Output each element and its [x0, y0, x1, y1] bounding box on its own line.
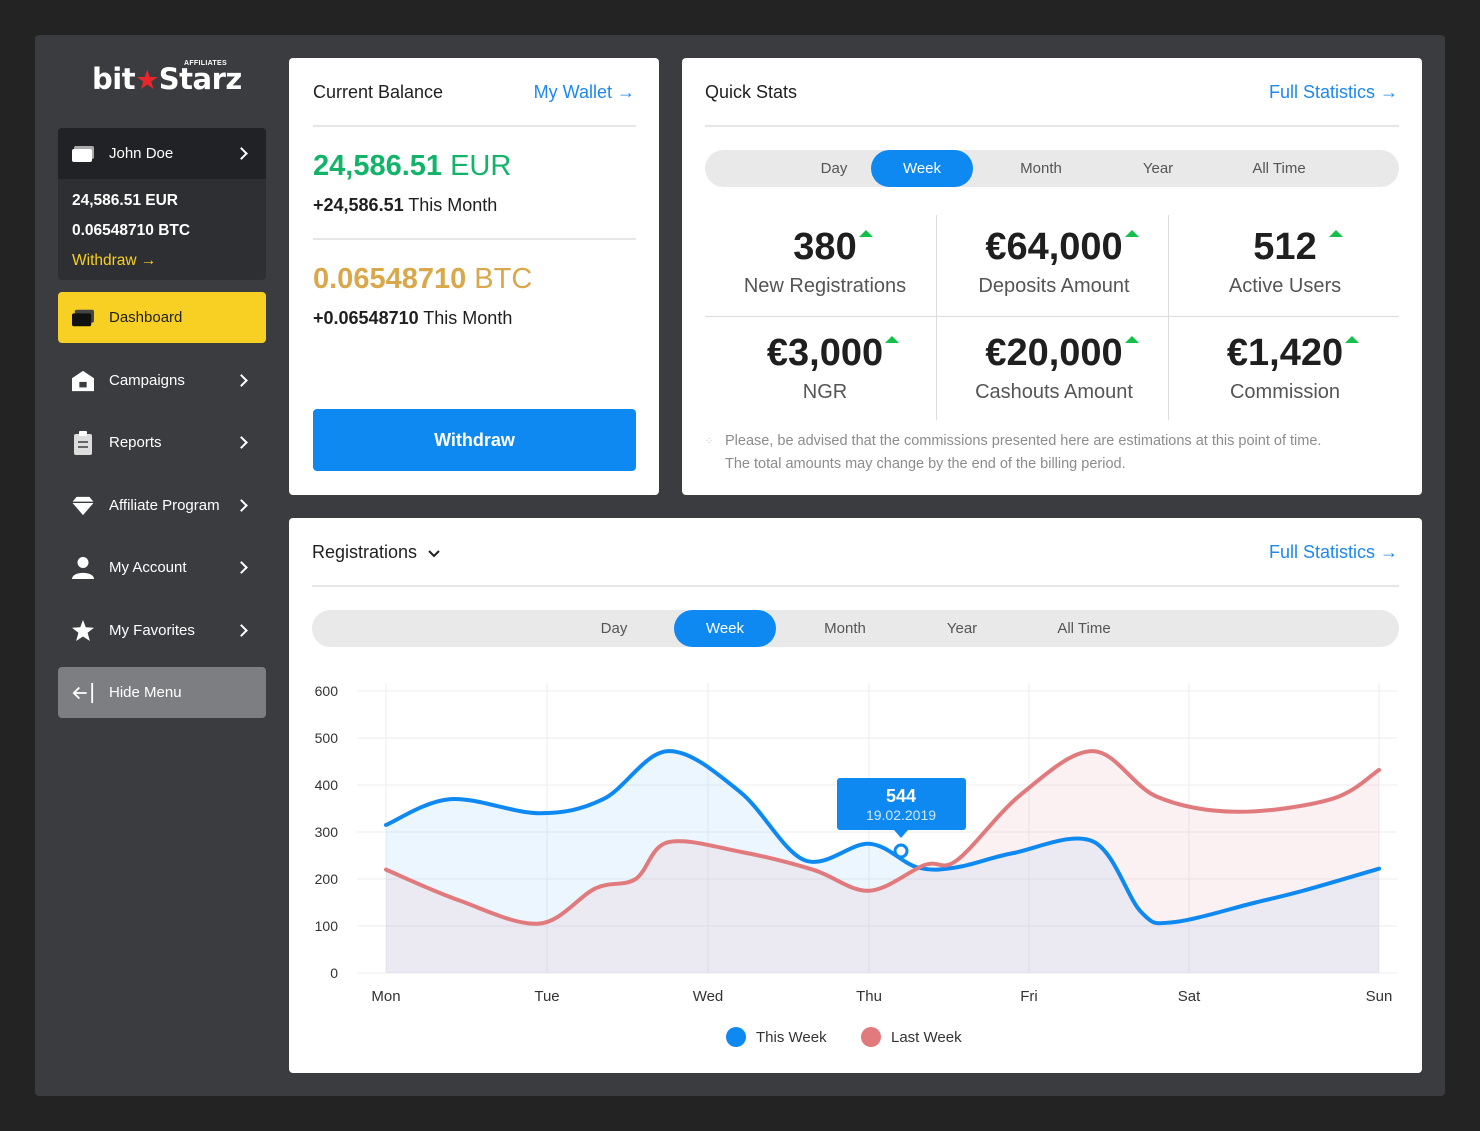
y-tick-label: 500	[315, 730, 339, 746]
chart-period-all-time[interactable]: All Time	[1034, 610, 1134, 647]
trend-up-icon	[1345, 336, 1360, 343]
trend-up-icon	[885, 336, 900, 343]
y-tick-label: 600	[315, 683, 339, 699]
diamond-icon	[72, 495, 94, 517]
registrations-card: Registrations Full Statistics → Day Week…	[289, 518, 1422, 1073]
star-icon	[72, 619, 94, 642]
commission-disclaimer: Please, be advised that the commissions …	[725, 433, 1322, 472]
sidebar-item-my-favorites[interactable]: My Favorites	[58, 605, 266, 656]
chart-period-year[interactable]: Year	[922, 610, 1002, 647]
x-tick-label: Sat	[1178, 988, 1201, 1005]
sidebar-item-dashboard[interactable]: Dashboard	[58, 292, 266, 343]
full-statistics-link-chart[interactable]: Full Statistics →	[1269, 542, 1398, 563]
full-statistics-link[interactable]: Full Statistics →	[1269, 82, 1398, 103]
trend-up-icon	[858, 230, 873, 237]
x-tick-label: Wed	[693, 988, 724, 1005]
chevron-right-icon	[235, 561, 248, 574]
sidebar-item-reports[interactable]: Reports	[58, 417, 266, 468]
stat-active-users: 512 Active Users	[1228, 226, 1343, 297]
sidebar-item-affiliate-program[interactable]: Affiliate Program	[58, 480, 266, 531]
registrations-chart: 0 100 200 300 400 500 600 Mon Tue Wed Thu Fri Sat Su…	[315, 683, 1397, 1005]
period-all-time[interactable]: All Time	[1229, 150, 1329, 187]
tooltip-marker	[893, 843, 909, 859]
logo-tagline: AFFILIATES	[184, 60, 227, 67]
info-icon: ⁘	[705, 436, 714, 447]
balance-title: Current Balance	[313, 82, 444, 102]
stat-commission: €1,420 Commission	[1170, 332, 1400, 404]
btc-balance: 0.06548710 BTC	[313, 263, 533, 295]
hide-menu-button[interactable]: Hide Menu	[58, 667, 266, 718]
eur-balance: 24,586.51 EUR	[313, 150, 512, 182]
sidebar-item-my-account[interactable]: My Account	[58, 542, 266, 593]
y-tick-label: 100	[315, 918, 339, 934]
x-tick-label: Mon	[371, 988, 400, 1005]
quick-stats-title: Quick Stats	[705, 82, 798, 102]
y-tick-label: 300	[315, 824, 339, 840]
chevron-right-icon	[235, 374, 248, 387]
stat-deposits-amount: €64,000 Deposits Amount	[939, 226, 1169, 298]
user-menu-toggle[interactable]: John Doe	[58, 128, 266, 179]
legend-last-week[interactable]: Last Week	[861, 1027, 962, 1047]
chevron-right-icon	[235, 147, 248, 160]
y-tick-label: 200	[315, 871, 339, 887]
x-tick-label: Fri	[1020, 988, 1038, 1005]
legend-swatch-red	[861, 1027, 881, 1047]
stat-new-registrations: 380 New Registrations	[743, 226, 907, 297]
wallet-icon	[72, 307, 94, 329]
period-year[interactable]: Year	[1108, 150, 1208, 187]
card-icon	[72, 145, 94, 162]
balance-card: Current Balance My Wallet → 24,586.51 EU…	[289, 58, 659, 495]
registrations-dropdown[interactable]: Registrations	[312, 542, 440, 563]
bitstarz-logo[interactable]: bit★Starz AFFILIATES	[92, 60, 242, 100]
y-tick-label: 0	[330, 965, 338, 981]
period-week[interactable]: Week	[871, 150, 973, 187]
user-btc-balance: 0.06548710 BTC	[72, 222, 191, 239]
chevron-right-icon	[235, 624, 248, 637]
x-tick-label: Sun	[1366, 988, 1393, 1005]
tooltip-date: 19.02.2019	[866, 807, 936, 823]
user-withdraw-link[interactable]: Withdraw →	[72, 251, 252, 280]
legend-this-week[interactable]: This Week	[726, 1027, 827, 1047]
x-tick-label: Tue	[534, 988, 559, 1005]
tooltip-pointer	[894, 830, 908, 838]
trend-up-icon	[1124, 230, 1139, 237]
tooltip-value: 544	[886, 786, 916, 806]
user-eur-balance: 24,586.51 EUR	[72, 192, 178, 209]
star-icon: ★	[135, 65, 159, 96]
stat-cashouts-amount: €20,000 Cashouts Amount	[939, 332, 1169, 404]
chart-period-selector: Day Week Month Year All Time	[312, 610, 1399, 647]
chart-period-week[interactable]: Week	[674, 610, 776, 647]
clipboard-icon	[72, 430, 94, 455]
trend-up-icon	[1328, 230, 1343, 237]
legend-swatch-blue	[726, 1027, 746, 1047]
chart-period-month[interactable]: Month	[804, 610, 886, 647]
my-wallet-link[interactable]: My Wallet →	[534, 82, 635, 103]
chart-period-day[interactable]: Day	[574, 610, 654, 647]
btc-month-change: +0.06548710 This Month	[313, 308, 513, 328]
withdraw-button[interactable]: Withdraw	[313, 409, 636, 471]
chevron-right-icon	[235, 436, 248, 449]
stat-ngr: €3,000 NGR	[710, 332, 940, 404]
home-icon	[72, 370, 94, 392]
user-icon	[72, 556, 94, 579]
user-name: John Doe	[109, 145, 174, 162]
eur-month-change: +24,586.51 This Month	[313, 195, 498, 215]
trend-up-icon	[1124, 336, 1139, 343]
chevron-right-icon	[235, 499, 248, 512]
quick-stats-period-selector: Day Week Month Year All Time	[705, 150, 1399, 187]
period-month[interactable]: Month	[991, 150, 1091, 187]
sidebar-item-campaigns[interactable]: Campaigns	[58, 355, 266, 406]
quick-stats-card: Quick Stats Full Statistics → Day Week M…	[682, 58, 1422, 495]
user-card: John Doe 24,586.51 EUR 0.06548710 BTC Wi…	[58, 128, 266, 280]
collapse-icon	[72, 682, 94, 704]
chevron-down-icon	[428, 550, 440, 558]
y-tick-label: 400	[315, 777, 339, 793]
x-tick-label: Thu	[856, 988, 882, 1005]
